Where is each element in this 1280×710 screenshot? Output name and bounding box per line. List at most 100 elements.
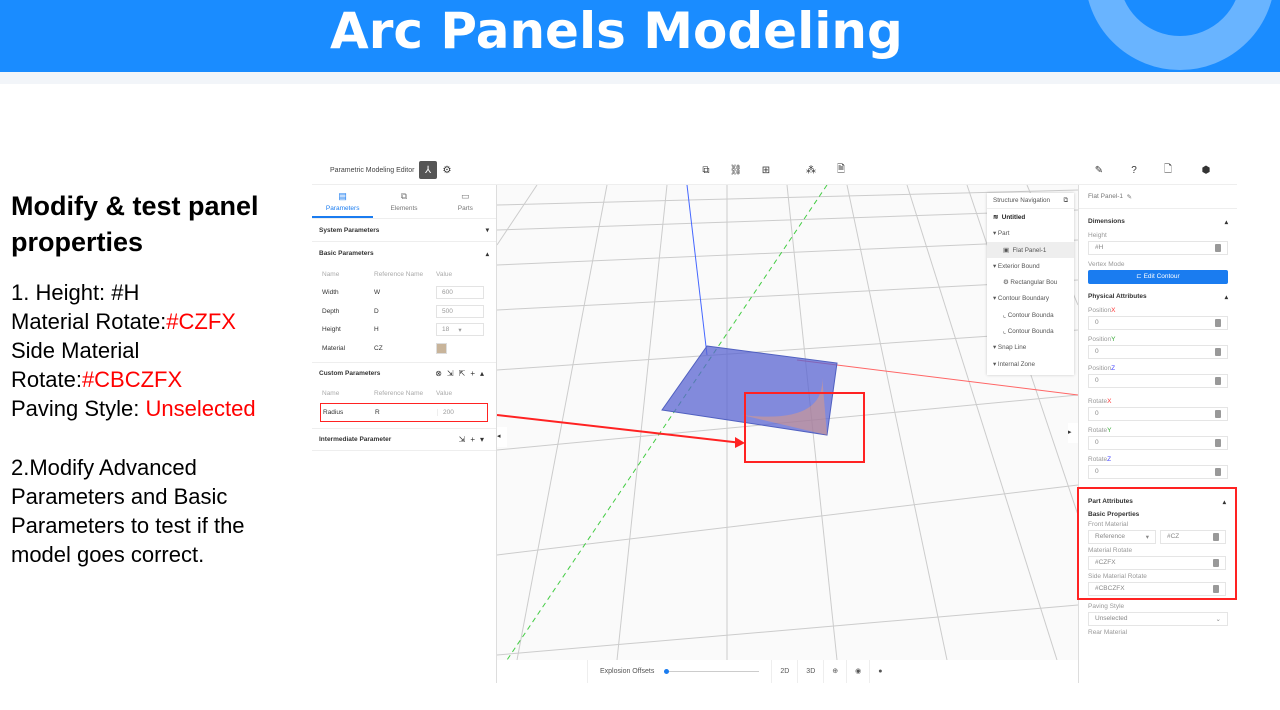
elements-icon: ⧉ [400,191,408,201]
dimensions-header[interactable]: Dimensions ▴ [1088,218,1228,226]
2d-button[interactable]: 2D [771,660,797,683]
material-swatch[interactable] [436,342,447,354]
radius-input[interactable]: 200 [437,408,454,416]
calculator-icon[interactable] [1215,439,1221,447]
calculator-icon[interactable] [1215,377,1221,385]
link-icon[interactable]: ⛓ [727,161,745,179]
section-title: Dimensions [1088,218,1125,225]
calculator-icon[interactable] [1215,468,1221,476]
calculator-icon[interactable] [1215,244,1221,252]
edit-contour-button[interactable]: ⊏ Edit Contour [1088,270,1228,284]
step-1: 1. Height: #H Material Rotate:#CZFX Side… [11,278,301,423]
table-header: Name Reference Name Value [312,265,496,284]
orbit-icon[interactable]: ⊕ [823,660,846,683]
collapse-right-handle[interactable]: ▸ [1068,423,1078,443]
rotate-z-field[interactable]: 0 [1088,465,1228,479]
modeling-mode-button[interactable]: ⅄ [419,161,437,179]
tree-item-exterior[interactable]: ▾ Exterior Bound [987,258,1074,274]
info-icon[interactable]: ● [869,660,890,683]
front-material-field[interactable]: #CZ [1160,530,1226,544]
tree-item-internal[interactable]: ▾ Internal Zone [987,356,1074,372]
calculator-icon[interactable] [1213,585,1219,593]
help-icon[interactable]: ? [1125,161,1143,179]
document-icon[interactable]: 🗎 [832,161,850,179]
depth-input[interactable]: 500 [436,304,484,318]
tab-elements[interactable]: ⧉ Elements [373,185,434,218]
rotate-y-field[interactable]: 0 [1088,436,1228,450]
tab-parameters[interactable]: ▤ Parameters [312,185,374,218]
side-material-rotate-field[interactable]: #CBCZFX [1088,582,1226,596]
pen-icon[interactable]: ✎ [1090,161,1108,179]
intermediate-actions[interactable]: ⇲+▾ [459,435,489,444]
calculator-icon[interactable] [1215,319,1221,327]
3d-button[interactable]: 3D [797,660,823,683]
position-y-field[interactable]: 0 [1088,345,1228,359]
collapse-icon[interactable]: ⧉ [1064,197,1069,205]
tree-item-part[interactable]: ▾ Part [987,226,1074,242]
settings-icon[interactable]: ⚙ [438,161,456,179]
physical-header[interactable]: Physical Attributes ▴ [1088,293,1228,301]
label-text: Position [1088,365,1112,372]
arrow-head [735,437,745,448]
field-value: #H [1095,244,1104,251]
field-value: 0 [1095,348,1099,355]
front-material-select[interactable]: Reference ▾ [1088,530,1156,544]
param-ref: CZ [374,344,383,352]
field-label: RotateZ [1088,456,1228,463]
calculator-icon[interactable] [1215,410,1221,418]
tree-label: Part [997,230,1010,238]
slider-thumb[interactable] [664,669,670,674]
material-rotate-field[interactable]: #CZFX [1088,556,1226,570]
position-x-field[interactable]: 0 [1088,316,1228,330]
tree-label: Untitled [1001,213,1026,221]
cube-view-icon[interactable]: ⧉ [697,161,715,179]
section-title: Part Attributes [1088,498,1133,505]
collapse-left-handle[interactable]: ◂ [497,427,507,447]
nodes-icon[interactable]: ⁂ [802,161,820,179]
banner-band [0,72,1280,84]
basic-parameters-header[interactable]: Basic Parameters ▴ [312,242,496,265]
tree-item-contour-2[interactable]: ⌞ Contour Bounda [987,323,1074,339]
edit-icon[interactable]: ✎ [1127,193,1132,201]
calculator-icon[interactable] [1213,533,1219,541]
tree-item-contour-1[interactable]: ⌞ Contour Bounda [987,307,1074,323]
add-icon[interactable]: + [470,369,480,378]
chevron-up-icon: ▴ [1224,219,1228,226]
explosion-slider[interactable] [664,669,760,674]
height-label: Height [1088,232,1107,239]
tree-item-rect[interactable]: ⚙ Rectangular Bou [987,274,1074,290]
export-icon[interactable]: ⇱ [459,369,471,378]
field-value: #CBCZFX [1095,585,1125,592]
3d-viewport[interactable]: Structure Navigation ⧉ ≋ Untitled ▾ Part … [497,185,1078,660]
height-select[interactable]: 18 ▾ [436,323,484,337]
width-input[interactable]: 600 [436,286,484,300]
clear-icon[interactable]: ⊗ [435,369,447,378]
col-ref: Reference Name [374,390,424,398]
tree-item-flat-panel[interactable]: ▣ Flat Panel-1 [987,241,1074,259]
structure-navigation: Structure Navigation ⧉ ≋ Untitled ▾ Part … [987,193,1074,375]
field-value: 0 [1095,319,1099,326]
axis-letter: Z [1107,456,1112,463]
import-icon[interactable]: ⇲ [447,369,459,378]
system-parameters-header[interactable]: System Parameters ▾ [312,219,496,242]
height-field[interactable]: #H [1088,241,1228,255]
rotate-x-field[interactable]: 0 [1088,407,1228,421]
custom-actions[interactable]: ⊗⇲⇱+▴ [435,369,489,378]
position-z-field[interactable]: 0 [1088,374,1228,388]
part-attributes-header[interactable]: Part Attributes ▴ [1088,498,1226,506]
calculator-icon[interactable] [1215,348,1221,356]
tree-item-untitled[interactable]: ≋ Untitled [987,209,1074,225]
tree-item-snap[interactable]: ▾ Snap Line [987,340,1074,356]
hex-settings-icon[interactable]: ⬢ [1197,161,1215,179]
button-label: Edit Contour [1143,273,1180,280]
paving-style-select[interactable]: Unselected ⌄ [1088,612,1228,626]
label-text: Rotate [1088,398,1108,405]
file-icon[interactable]: 🗋 [1159,161,1177,179]
eye-icon[interactable]: ◉ [846,660,869,683]
grid-icon[interactable]: ⊞ [757,161,775,179]
calculator-icon[interactable] [1213,559,1219,567]
tab-parts[interactable]: ▭ Parts [435,185,496,218]
tree-item-contour[interactable]: ▾ Contour Boundary [987,291,1074,307]
custom-parameters-header[interactable]: Custom Parameters ⊗⇲⇱+▴ [312,361,496,385]
intermediate-parameter-header[interactable]: Intermediate Parameter ⇲+▾ [312,427,496,451]
